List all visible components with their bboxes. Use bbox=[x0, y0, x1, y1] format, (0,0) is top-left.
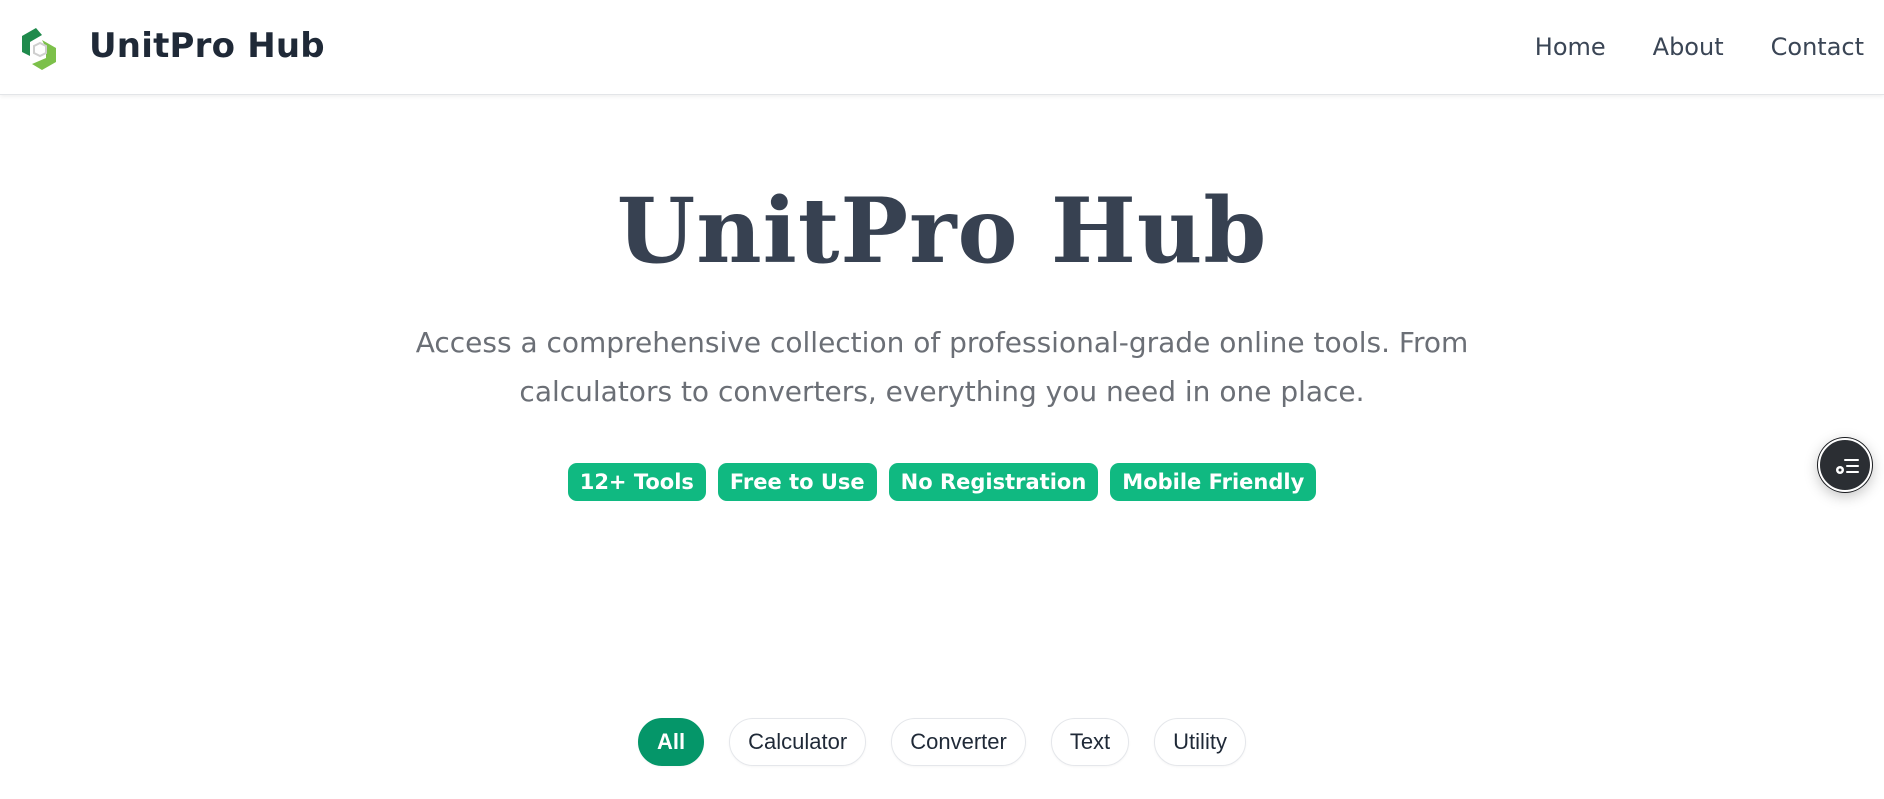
filter-converter-button[interactable]: Converter bbox=[891, 718, 1026, 766]
nav-home-link[interactable]: Home bbox=[1535, 33, 1606, 61]
feature-badges: 12+ Tools Free to Use No Registration Mo… bbox=[0, 463, 1884, 501]
hero-title: UnitPro Hub bbox=[616, 178, 1268, 284]
nav-about-link[interactable]: About bbox=[1653, 33, 1724, 61]
filter-utility-button[interactable]: Utility bbox=[1154, 718, 1246, 766]
category-filter-bar: All Calculator Converter Text Utility bbox=[0, 718, 1884, 766]
brand-name[interactable]: UnitPro Hub bbox=[89, 26, 325, 66]
badge-free: Free to Use bbox=[717, 463, 877, 501]
main-nav: Home About Contact bbox=[1535, 33, 1864, 61]
settings-list-icon bbox=[1836, 459, 1859, 474]
filter-text-button[interactable]: Text bbox=[1050, 718, 1130, 766]
badge-tool-count: 12+ Tools bbox=[567, 463, 706, 501]
hero-subtitle: Access a comprehensive collection of pro… bbox=[415, 326, 1469, 408]
badge-mobile-friendly: Mobile Friendly bbox=[1110, 463, 1317, 501]
filter-all-button[interactable]: All bbox=[638, 718, 705, 766]
filter-calculator-button[interactable]: Calculator bbox=[729, 718, 867, 766]
badge-no-registration: No Registration bbox=[888, 463, 1099, 501]
floating-menu-button[interactable] bbox=[1818, 438, 1872, 492]
nav-contact-link[interactable]: Contact bbox=[1771, 33, 1864, 61]
top-navbar: UnitPro Hub Home About Contact bbox=[0, 0, 1884, 95]
hexagon-logo-icon[interactable] bbox=[18, 26, 60, 70]
